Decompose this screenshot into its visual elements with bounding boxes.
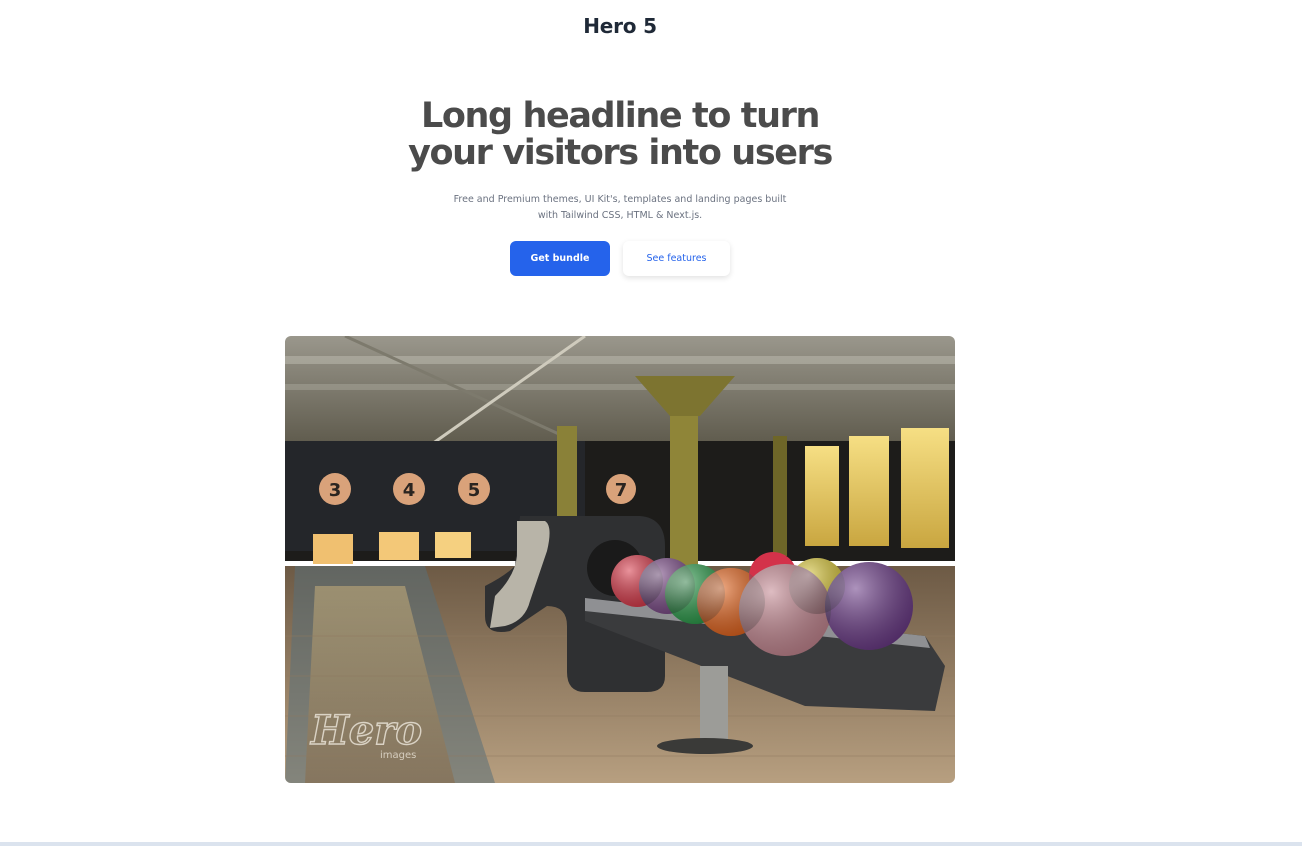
headline-line-1: Long headline to turn xyxy=(420,96,820,136)
headline-line-2: your visitors into users xyxy=(408,133,833,173)
hero-section: Long headline to turn your visitors into… xyxy=(360,98,880,224)
watermark-sub: images xyxy=(380,750,416,761)
hero-image: 3 4 5 7 Hero images xyxy=(285,336,955,783)
lane-number-7: 7 xyxy=(615,480,628,501)
page-title: Hero 5 xyxy=(583,14,657,38)
bottom-scroll-edge xyxy=(0,842,1302,846)
watermark-logo: Hero xyxy=(310,707,422,754)
hero-subtext: Free and Premium themes, UI Kit's, templ… xyxy=(453,194,787,221)
hero-headline: Long headline to turn your visitors into… xyxy=(360,98,880,172)
lane-number-3: 3 xyxy=(329,480,342,501)
get-bundle-button[interactable]: Get bundle xyxy=(510,241,610,276)
lane-number-5: 5 xyxy=(468,480,481,501)
lane-number-4: 4 xyxy=(403,480,416,501)
see-features-button[interactable]: See features xyxy=(623,241,730,276)
